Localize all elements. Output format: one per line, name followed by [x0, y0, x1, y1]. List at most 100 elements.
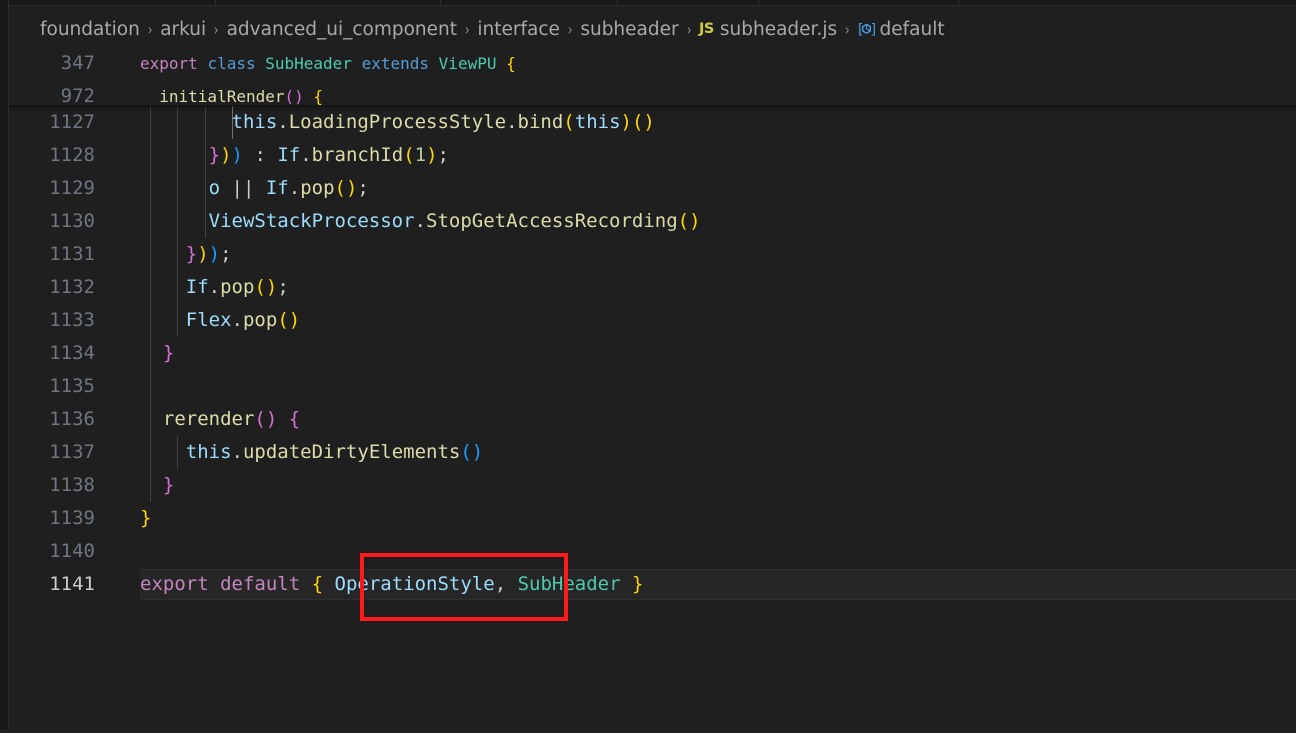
- code-line-1140[interactable]: 1140: [9, 535, 1296, 568]
- code-line-1128[interactable]: 1128 })) : If.branchId(1);: [9, 139, 1296, 172]
- line-number-active: 1141: [49, 573, 95, 595]
- token-close-paren: ): [426, 144, 438, 166]
- line-content: this.updateDirtyElements(): [140, 436, 483, 469]
- token-bind: bind: [517, 111, 564, 133]
- code-line-1130[interactable]: 1130 ViewStackProcessor.StopGetAccessRec…: [9, 205, 1296, 238]
- token-open-brace: {: [311, 573, 324, 595]
- breadcrumb-item-subheader-js[interactable]: subheader.js: [720, 19, 837, 40]
- code-line-1141[interactable]: 1141 export default { OperationStyle, Su…: [9, 568, 1296, 601]
- breadcrumb-item-arkui[interactable]: arkui: [160, 19, 206, 40]
- line-content: }: [140, 469, 174, 502]
- token-close-brace: }: [140, 507, 152, 529]
- token-close-brace: }: [208, 144, 221, 166]
- code-line-1138[interactable]: 1138 }: [9, 469, 1296, 502]
- token-if: If: [277, 144, 301, 166]
- line-number: 1136: [49, 408, 95, 430]
- token-close-paren: ): [620, 111, 632, 133]
- line-content: Flex.pop(): [140, 304, 300, 337]
- token-dot: .: [231, 309, 243, 331]
- token-open-brace: {: [288, 408, 301, 430]
- code-editor-content[interactable]: 1127 this.LoadingProcessStyle.bind(this)…: [9, 106, 1296, 601]
- token-pop: pop: [300, 177, 335, 199]
- token-close-paren: ): [220, 144, 232, 166]
- code-line-1136[interactable]: 1136 rerender() {: [9, 403, 1296, 436]
- token-extends: extends: [361, 54, 430, 73]
- token-dot: .: [208, 276, 221, 298]
- token-this-arg: this: [574, 111, 621, 133]
- token-or-operator: ||: [220, 177, 266, 199]
- breadcrumb-separator-icon: ›: [686, 19, 692, 39]
- token-if: If: [265, 177, 289, 199]
- line-content: }: [140, 337, 174, 370]
- token-comma: ,: [494, 573, 507, 595]
- token-open-paren: (: [563, 111, 575, 133]
- breadcrumb-separator-icon: ›: [213, 19, 219, 39]
- line-number: 347: [60, 52, 95, 74]
- token-subheader[interactable]: SubHeader: [518, 573, 621, 595]
- breadcrumb-item-interface[interactable]: interface: [477, 19, 560, 40]
- token-semicolon: ;: [357, 177, 369, 199]
- token-semicolon: ;: [220, 243, 232, 265]
- code-line-1131[interactable]: 1131 }));: [9, 238, 1296, 271]
- token-dot: .: [300, 144, 312, 166]
- breadcrumb-separator-icon: ›: [464, 19, 470, 39]
- sticky-line-347[interactable]: 347 export class SubHeader extends ViewP…: [9, 47, 1296, 80]
- sticky-line-972[interactable]: 972 initialRender() {: [9, 80, 1296, 113]
- token-dot: .: [414, 210, 426, 232]
- breadcrumb-separator-icon: ›: [147, 19, 153, 39]
- breadcrumb-separator-icon: ›: [567, 19, 573, 39]
- token-parens: (): [677, 210, 701, 232]
- code-line-1139[interactable]: 1139 }: [9, 502, 1296, 535]
- breadcrumb[interactable]: foundation › arkui › advanced_ui_compone…: [40, 15, 945, 43]
- token-call-parens: (): [631, 111, 655, 133]
- token-rerender: rerender: [162, 408, 255, 430]
- token-flex: Flex: [185, 309, 232, 331]
- token-dot: .: [277, 111, 289, 133]
- code-line-1133[interactable]: 1133 Flex.pop(): [9, 304, 1296, 337]
- token-close-paren: ): [208, 243, 221, 265]
- code-line-1137[interactable]: 1137 this.updateDirtyElements(): [9, 436, 1296, 469]
- breadcrumb-item-foundation[interactable]: foundation: [40, 19, 140, 40]
- token-semicolon: ;: [437, 144, 449, 166]
- token-default: default: [220, 573, 301, 595]
- token-parens: (): [284, 87, 304, 106]
- svg-text:]: ]: [870, 21, 874, 37]
- line-content: rerender() {: [140, 403, 300, 436]
- token-operationstyle[interactable]: OperationStyle: [335, 573, 495, 595]
- tab-separator: [440, 0, 441, 5]
- token-semicolon: ;: [277, 276, 289, 298]
- code-line-1129[interactable]: 1129 o || If.pop();: [9, 172, 1296, 205]
- line-number: 1139: [49, 507, 95, 529]
- line-content: export class SubHeader extends ViewPU {: [140, 47, 516, 80]
- line-content: ViewStackProcessor.StopGetAccessRecordin…: [140, 205, 701, 238]
- token-dot: .: [288, 177, 301, 199]
- breadcrumb-item-default[interactable]: default: [880, 19, 945, 40]
- tab-separator: [617, 0, 618, 5]
- token-branchid: branchId: [311, 144, 404, 166]
- tab-separator: [215, 0, 216, 5]
- code-line-1135[interactable]: 1135: [9, 370, 1296, 403]
- code-line-1134[interactable]: 1134 }: [9, 337, 1296, 370]
- sticky-scroll-region: foundation › arkui › advanced_ui_compone…: [9, 6, 1296, 107]
- token-parens: (): [254, 408, 278, 430]
- breadcrumb-item-subheader[interactable]: subheader: [580, 19, 678, 40]
- line-number: 1137: [49, 441, 95, 463]
- tab-separator: [758, 0, 759, 5]
- token-dot: .: [231, 441, 243, 463]
- breadcrumb-item-advanced-ui-component[interactable]: advanced_ui_component: [227, 19, 457, 40]
- sidebar-edge: [0, 0, 8, 729]
- code-line-1132[interactable]: 1132 If.pop();: [9, 271, 1296, 304]
- token-open-brace: {: [506, 54, 516, 73]
- line-content: o || If.pop();: [140, 172, 369, 205]
- token-parens: (): [334, 177, 358, 199]
- token-this: this: [185, 441, 232, 463]
- line-number: 1133: [49, 309, 95, 331]
- token-loadingprocessstyle: LoadingProcessStyle: [288, 111, 507, 133]
- token-colon: :: [243, 144, 278, 166]
- token-parens: (): [277, 309, 301, 331]
- line-content: }));: [140, 238, 232, 271]
- line-content: If.pop();: [140, 271, 289, 304]
- tab-separator: [958, 0, 959, 5]
- line-number: 1140: [49, 540, 95, 562]
- token-parens: (): [254, 276, 278, 298]
